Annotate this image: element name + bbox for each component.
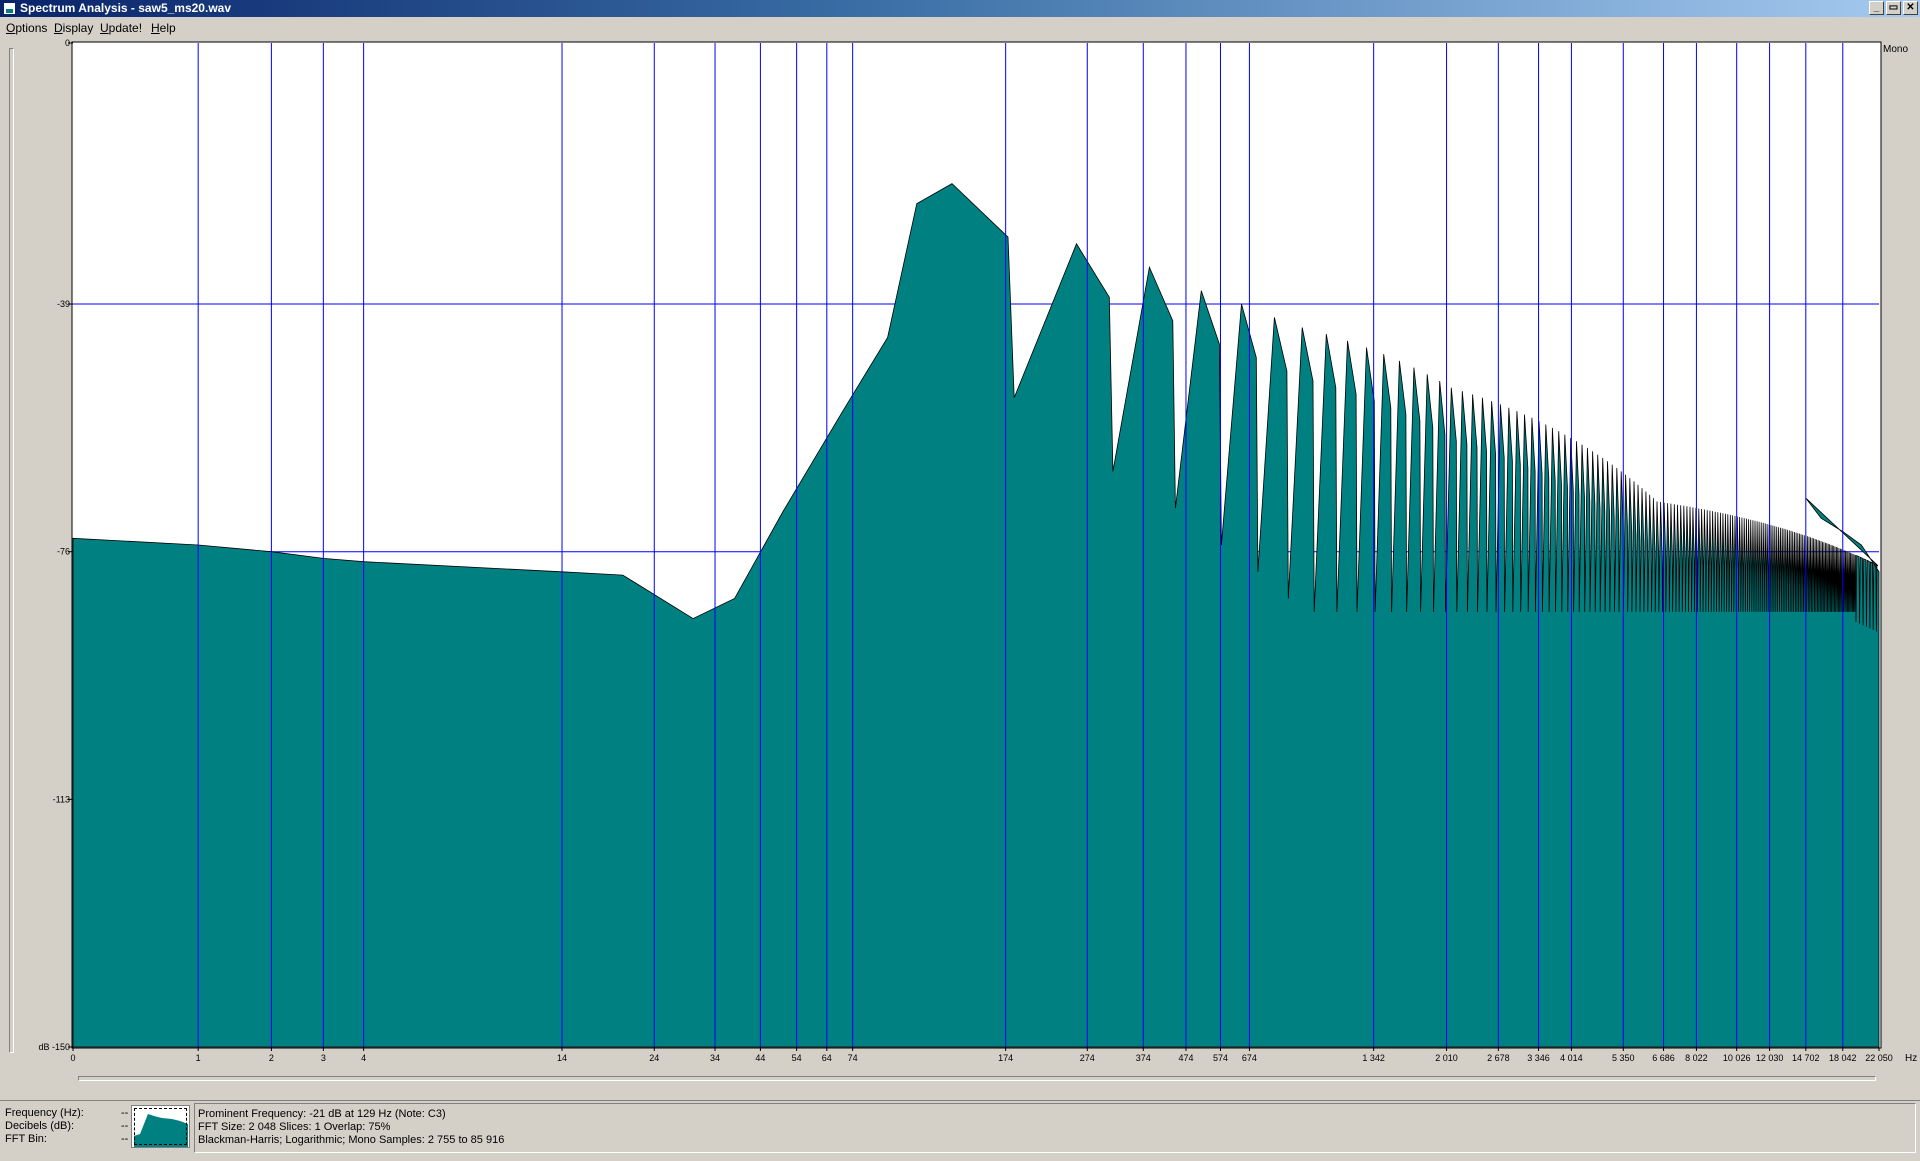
decibels-label: Decibels (dB): (5, 1120, 75, 1132)
xtick-label-19: 2 010 (1435, 1053, 1458, 1063)
spectrum-plot[interactable]: 0 1 2 3 4 14 24 34 44 54 64 74 174 274 374 474 574 674 1 3… (0, 0, 1920, 1080)
xtick-label-5: 14 (557, 1053, 567, 1063)
x-unit-label: Hz (1905, 1053, 1917, 1064)
xtick-label-6: 24 (649, 1053, 659, 1063)
xtick-label-26: 10 026 (1723, 1053, 1751, 1063)
xtick-label-22: 4 014 (1560, 1053, 1583, 1063)
xtick-label-28: 14 702 (1792, 1053, 1820, 1063)
xtick-label-30: 22 050 (1865, 1053, 1893, 1063)
frequency-value: -- (121, 1107, 129, 1119)
xtick-label-29: 18 042 (1829, 1053, 1857, 1063)
xtick-label-21: 3 346 (1527, 1053, 1550, 1063)
window-settings: Blackman-Harris; Logarithmic; Mono Sampl… (198, 1134, 505, 1146)
xtick-label-11: 74 (848, 1053, 858, 1063)
xtick-label-1: 1 (196, 1053, 201, 1063)
xtick-label-13: 274 (1080, 1053, 1095, 1063)
analysis-info: Prominent Frequency: -21 dB at 129 Hz (N… (194, 1103, 1916, 1153)
prominent-frequency: Prominent Frequency: -21 dB at 129 Hz (N… (198, 1108, 446, 1120)
xtick-label-7: 34 (710, 1053, 720, 1063)
xtick-label-9: 54 (792, 1053, 802, 1063)
xtick-label-20: 2 678 (1487, 1053, 1510, 1063)
channel-label: Mono (1883, 44, 1908, 55)
ytick-label-1: -39 (57, 299, 70, 309)
xtick-label-16: 574 (1213, 1053, 1228, 1063)
xtick-label-12: 174 (998, 1053, 1013, 1063)
xtick-label-10: 64 (822, 1053, 832, 1063)
xtick-label-18: 1 342 (1362, 1053, 1385, 1063)
ytick-label-0: 0 (65, 38, 70, 48)
xtick-label-2: 2 (269, 1053, 274, 1063)
spectrum-thumbnail[interactable] (131, 1105, 190, 1148)
xtick-label-15: 474 (1178, 1053, 1193, 1063)
status-panel: Frequency (Hz): Decibels (dB): FFT Bin: … (0, 1100, 1920, 1161)
xtick-label-14: 374 (1136, 1053, 1151, 1063)
ytick-label-3: -113 (53, 794, 70, 804)
fft-bin-label: FFT Bin: (5, 1133, 47, 1145)
xtick-label-8: 44 (755, 1053, 765, 1063)
xtick-label-23: 5 350 (1612, 1053, 1635, 1063)
ytick-label-4: dB -150 (38, 1042, 70, 1052)
frequency-label: Frequency (Hz): (5, 1107, 84, 1119)
decibels-value: -- (121, 1120, 129, 1132)
ytick-label-2: -76 (57, 547, 70, 557)
xtick-label-4: 4 (361, 1053, 366, 1063)
xtick-label-24: 6 686 (1652, 1053, 1675, 1063)
xtick-label-25: 8 022 (1685, 1053, 1708, 1063)
horizontal-range-slider[interactable] (78, 1076, 1876, 1081)
fft-settings: FFT Size: 2 048 Slices: 1 Overlap: 75% (198, 1121, 391, 1133)
xtick-label-0: 0 (70, 1053, 75, 1063)
xtick-label-3: 3 (321, 1053, 326, 1063)
xtick-label-17: 674 (1242, 1053, 1257, 1063)
xtick-label-27: 12 030 (1756, 1053, 1784, 1063)
fft-bin-value: -- (121, 1133, 129, 1145)
